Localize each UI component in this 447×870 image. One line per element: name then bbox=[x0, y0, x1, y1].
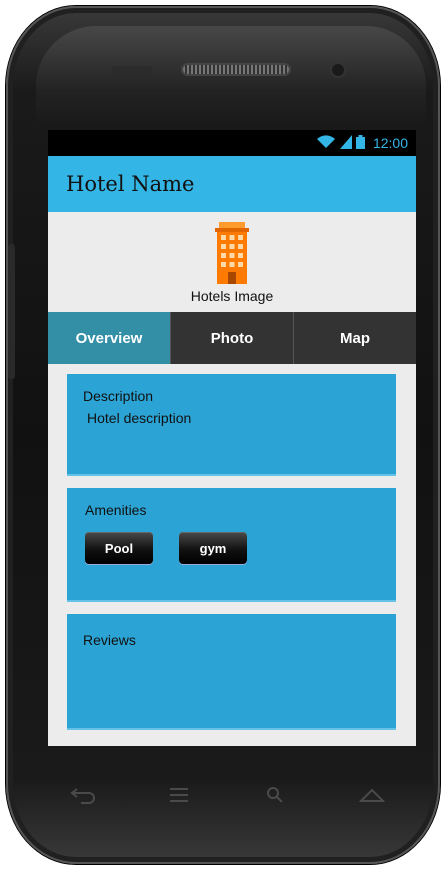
description-heading: Description bbox=[83, 388, 154, 404]
amenities-list: Pool gym bbox=[85, 532, 378, 564]
volume-button bbox=[8, 244, 15, 379]
hero-caption: Hotels Image bbox=[190, 288, 274, 304]
earpiece-speaker bbox=[181, 63, 291, 76]
proximity-sensor bbox=[111, 66, 153, 76]
overview-content: Description Hotel description Amenities … bbox=[48, 364, 416, 730]
tab-bar: Overview Photo Map bbox=[48, 312, 416, 364]
front-camera bbox=[332, 64, 344, 76]
building-icon bbox=[215, 222, 249, 284]
reviews-heading: Reviews bbox=[83, 632, 136, 648]
menu-icon[interactable] bbox=[159, 786, 199, 810]
status-time: 12:00 bbox=[372, 135, 408, 151]
wifi-icon bbox=[316, 134, 336, 152]
description-card: Description Hotel description bbox=[67, 374, 396, 476]
tab-map[interactable]: Map bbox=[294, 312, 416, 364]
search-icon[interactable] bbox=[255, 786, 295, 810]
tab-photo[interactable]: Photo bbox=[171, 312, 294, 364]
reviews-card: Reviews bbox=[67, 614, 396, 730]
amenity-pool-button[interactable]: Pool bbox=[85, 532, 153, 564]
status-bar: 12:00 bbox=[48, 130, 416, 156]
glass-sheen bbox=[36, 26, 426, 126]
amenities-card: Amenities Pool gym bbox=[67, 488, 396, 602]
hotel-image[interactable]: Hotels Image bbox=[48, 212, 416, 312]
back-icon[interactable] bbox=[62, 786, 102, 810]
amenities-heading: Amenities bbox=[85, 502, 147, 518]
app-bar: Hotel Name bbox=[48, 156, 416, 212]
system-nav-bar bbox=[62, 780, 392, 816]
home-icon[interactable] bbox=[352, 786, 392, 810]
description-text: Hotel description bbox=[87, 410, 192, 426]
tab-overview[interactable]: Overview bbox=[48, 312, 171, 364]
page-title: Hotel Name bbox=[66, 172, 195, 196]
screen: 12:00 Hotel Name Hotels Image Overview P… bbox=[48, 130, 416, 746]
amenity-gym-button[interactable]: gym bbox=[179, 532, 247, 564]
battery-icon bbox=[355, 134, 365, 152]
signal-icon bbox=[339, 134, 352, 152]
